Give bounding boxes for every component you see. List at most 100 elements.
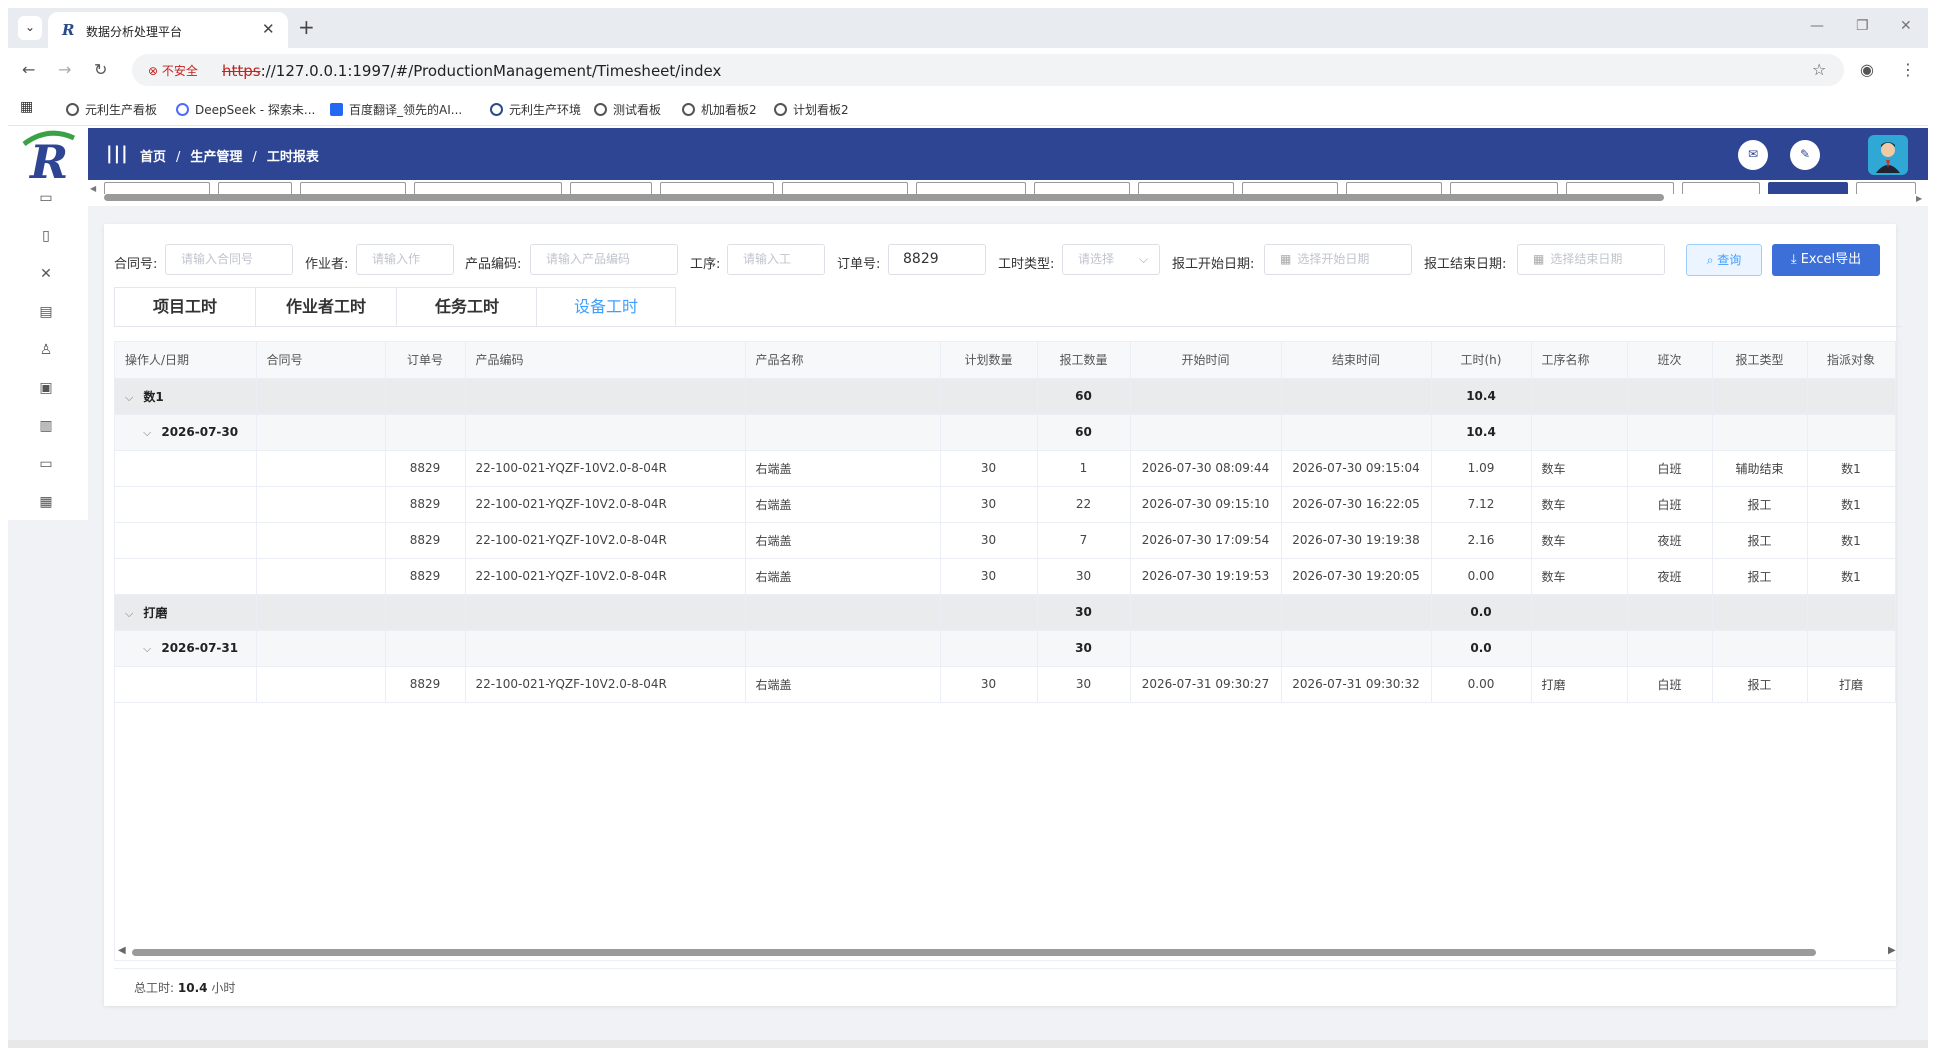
tab-worker-hours[interactable]: 作业者工时 — [255, 287, 397, 327]
tag-tab[interactable] — [218, 182, 292, 194]
tag-tab[interactable] — [1682, 182, 1760, 194]
menu-toggle-icon[interactable]: ||| — [106, 143, 129, 164]
column-header[interactable]: 报工类型 — [1712, 342, 1808, 379]
group-row[interactable]: ⌵ 打磨 30 0.0 — [115, 594, 1896, 631]
stamp-icon[interactable]: ♙ — [36, 342, 56, 360]
document-search-icon[interactable]: ▯ — [36, 228, 56, 246]
browser-menu-icon[interactable]: ⋮ — [1900, 60, 1916, 79]
tag-tab[interactable] — [1450, 182, 1558, 194]
tag-tab[interactable] — [1346, 182, 1442, 194]
chevron-down-icon[interactable]: ⌵ — [125, 391, 133, 405]
excel-export-button[interactable]: ⤓ Excel导出 — [1772, 244, 1880, 276]
tag-tab[interactable] — [1138, 182, 1234, 194]
mail-icon[interactable]: ✉ — [1738, 140, 1768, 170]
breadcrumb-section[interactable]: 生产管理 — [190, 150, 242, 165]
tab-project-hours[interactable]: 项目工时 — [114, 287, 256, 327]
scroll-left-icon[interactable]: ◀ — [118, 945, 126, 956]
order-input[interactable]: 8829 — [888, 244, 986, 275]
column-header[interactable]: 结束时间 — [1281, 342, 1432, 379]
chevron-down-icon[interactable]: ⌵ — [125, 607, 133, 621]
date-group-row[interactable]: ⌵ 2026-07-30 60 10.4 — [115, 414, 1896, 451]
chevron-down-icon[interactable]: ⌵ — [143, 426, 151, 440]
forward-icon[interactable]: → — [58, 60, 71, 79]
tab-equipment-hours[interactable]: 设备工时 — [536, 287, 676, 327]
tags-scrollbar[interactable] — [104, 194, 1664, 201]
tags-scroll-left-icon[interactable]: ◀ — [90, 184, 96, 193]
bookmark-item[interactable]: 机加看板2 — [682, 101, 757, 118]
tag-tab[interactable] — [916, 182, 1026, 194]
bookmark-item[interactable]: 元利生产看板 — [66, 101, 157, 118]
process-input[interactable]: 请输入工 — [727, 244, 825, 275]
table-row[interactable]: 8829 22-100-021-YQZF-10V2.0-8-04R 右端盖 30… — [115, 450, 1896, 487]
tag-tab[interactable] — [570, 182, 652, 194]
tab-list-button[interactable]: ⌄ — [18, 16, 42, 40]
tag-tab[interactable] — [104, 182, 210, 194]
table-row[interactable]: 8829 22-100-021-YQZF-10V2.0-8-04R 右端盖 30… — [115, 522, 1896, 559]
back-icon[interactable]: ← — [22, 60, 35, 79]
column-header[interactable]: 报工数量 — [1037, 342, 1131, 379]
clipboard-icon[interactable]: ▤ — [36, 304, 56, 322]
tag-tab[interactable] — [1566, 182, 1674, 194]
query-button[interactable]: ⌕ 查询 — [1686, 244, 1762, 276]
chevron-down-icon[interactable]: ⌵ — [143, 642, 151, 656]
scrollbar-thumb[interactable] — [132, 949, 1816, 956]
column-header[interactable]: 计划数量 — [940, 342, 1038, 379]
time-type-select[interactable]: 请选择 ⌵ — [1062, 244, 1160, 275]
table-row[interactable]: 8829 22-100-021-YQZF-10V2.0-8-04R 右端盖 30… — [115, 666, 1896, 703]
tag-tab[interactable] — [1242, 182, 1338, 194]
column-header[interactable]: 工时(h) — [1431, 342, 1532, 379]
monitor-icon[interactable]: ▭ — [36, 190, 56, 208]
bookmark-star-icon[interactable]: ☆ — [1812, 60, 1826, 79]
column-header[interactable]: 指派对象 — [1807, 342, 1896, 379]
column-header[interactable]: 产品编码 — [465, 342, 746, 379]
column-header[interactable]: 开始时间 — [1130, 342, 1282, 379]
reload-icon[interactable]: ↻ — [94, 60, 107, 79]
table-row[interactable]: 8829 22-100-021-YQZF-10V2.0-8-04R 右端盖 30… — [115, 558, 1896, 595]
insecure-badge[interactable]: ⊗ 不安全 — [148, 62, 198, 79]
bookmark-item[interactable]: 百度翻译_领先的AI... — [330, 101, 462, 118]
column-header[interactable]: 班次 — [1627, 342, 1713, 379]
bookmark-item[interactable]: DeepSeek - 探索未... — [176, 101, 315, 118]
table-row[interactable]: 8829 22-100-021-YQZF-10V2.0-8-04R 右端盖 30… — [115, 486, 1896, 523]
minimize-icon[interactable]: — — [1810, 18, 1824, 34]
tag-tab[interactable] — [782, 182, 908, 194]
restore-icon[interactable]: ❐ — [1856, 18, 1869, 34]
column-header[interactable]: 产品名称 — [745, 342, 941, 379]
breadcrumb-home[interactable]: 首页 — [140, 150, 166, 165]
machine-icon[interactable]: ▣ — [36, 380, 56, 398]
tag-tab[interactable] — [1856, 182, 1916, 194]
start-date-picker[interactable]: ▦ 选择开始日期 — [1264, 244, 1412, 275]
worker-input[interactable]: 请输入作 — [356, 244, 454, 275]
report-icon[interactable]: ▥ — [36, 418, 56, 436]
tag-tab[interactable] — [300, 182, 406, 194]
profile-icon[interactable]: ◉ — [1860, 60, 1874, 79]
bookmark-item[interactable]: 测试看板 — [594, 101, 661, 118]
table-horizontal-scrollbar[interactable]: ◀ ▶ — [118, 945, 1898, 957]
tag-tab[interactable] — [660, 182, 774, 194]
browser-tab[interactable]: R 数据分析处理平台 ✕ — [48, 12, 288, 48]
column-header[interactable]: 合同号 — [256, 342, 386, 379]
tag-tab-active[interactable] — [1768, 182, 1848, 194]
calendar-icon[interactable]: ▦ — [36, 494, 56, 512]
screen-icon[interactable]: ▭ — [36, 456, 56, 474]
bookmark-item[interactable]: 元利生产环境 — [490, 101, 581, 118]
tools-icon[interactable]: ✕ — [36, 266, 56, 284]
date-group-row[interactable]: ⌵ 2026-07-31 30 0.0 — [115, 630, 1896, 667]
end-date-picker[interactable]: ▦ 选择结束日期 — [1517, 244, 1665, 275]
column-header[interactable]: 工序名称 — [1531, 342, 1628, 379]
apps-grid-icon[interactable]: ▦ — [20, 99, 33, 115]
column-header[interactable]: 操作人/日期 — [115, 342, 257, 379]
tag-tab[interactable] — [1034, 182, 1130, 194]
scroll-right-icon[interactable]: ▶ — [1888, 945, 1896, 956]
tab-close-icon[interactable]: ✕ — [262, 20, 275, 38]
group-row[interactable]: ⌵ 数1 60 10.4 — [115, 378, 1896, 415]
tags-scroll-right-icon[interactable]: ▶ — [1916, 194, 1922, 203]
tag-tab[interactable] — [414, 182, 562, 194]
new-tab-icon[interactable]: + — [298, 15, 315, 39]
window-close-icon[interactable]: ✕ — [1900, 18, 1912, 34]
tab-task-hours[interactable]: 任务工时 — [396, 287, 538, 327]
url-input[interactable]: ⊗ 不安全 https://127.0.0.1:1997/#/Productio… — [132, 54, 1844, 86]
contract-input[interactable]: 请输入合同号 — [165, 244, 293, 275]
product-code-input[interactable]: 请输入产品编码 — [530, 244, 678, 275]
column-header[interactable]: 订单号 — [385, 342, 466, 379]
